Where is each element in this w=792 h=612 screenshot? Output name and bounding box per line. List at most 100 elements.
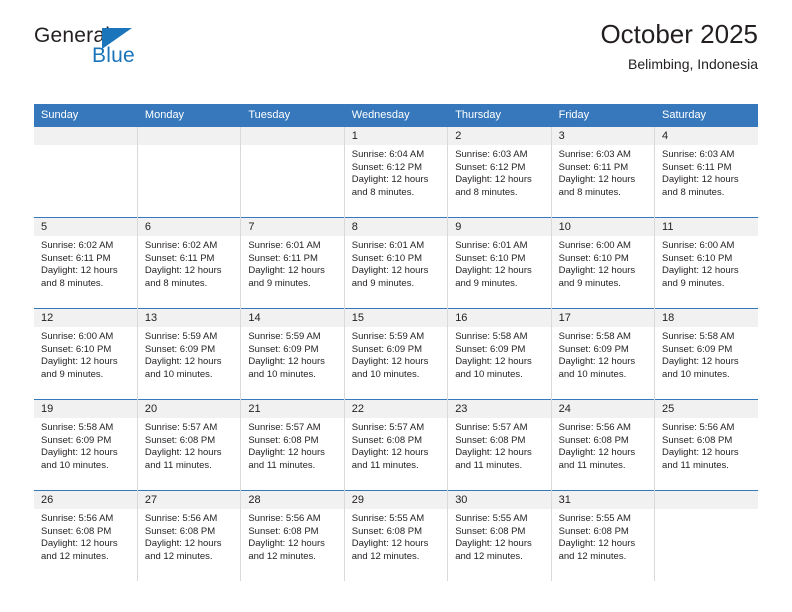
calendar-cell-inner: 16 Sunrise: 5:58 AM Sunset: 6:09 PM Dayligh… xyxy=(448,309,551,399)
calendar-day-cell: 31 Sunrise: 5:55 AM Sunset: 6:08 PM Dayligh… xyxy=(551,490,656,581)
month-calendar-grid: Sunday Monday Tuesday Wednesday Thursday… xyxy=(34,104,758,581)
daylight-text-line1: Daylight: 12 hours xyxy=(558,174,636,186)
title-block: October 2025 Belimbing, Indonesia xyxy=(600,18,758,74)
daylight-text-line1: Daylight: 12 hours xyxy=(144,538,222,550)
sunrise-text: Sunrise: 6:03 AM xyxy=(662,149,735,160)
day-detail: Sunrise: 6:03 AM Sunset: 6:12 PM Daylight:… xyxy=(448,145,550,199)
day-number: 14 xyxy=(241,309,344,327)
calendar-cell-inner xyxy=(34,127,137,217)
calendar-cell-inner: 14 Sunrise: 5:59 AM Sunset: 6:09 PM Dayligh… xyxy=(241,309,344,399)
sunrise-text: Sunrise: 5:57 AM xyxy=(351,422,425,433)
day-detail: Sunrise: 5:56 AM Sunset: 6:08 PM Daylight:… xyxy=(241,509,343,563)
daylight-text-line2: and 8 minutes. xyxy=(41,277,104,289)
day-detail: Sunrise: 5:55 AM Sunset: 6:08 PM Daylight:… xyxy=(448,509,550,563)
sunrise-text: Sunrise: 5:56 AM xyxy=(662,422,735,433)
weekday-header-saturday: Saturday xyxy=(654,104,758,127)
daylight-text-line1: Daylight: 12 hours xyxy=(144,265,222,277)
sunset-text: Sunset: 6:08 PM xyxy=(351,434,422,446)
day-number: 11 xyxy=(655,218,758,236)
sunset-text: Sunset: 6:09 PM xyxy=(455,343,526,355)
sunset-text: Sunset: 6:08 PM xyxy=(558,434,629,446)
day-detail: Sunrise: 5:57 AM Sunset: 6:08 PM Daylight:… xyxy=(448,418,550,472)
sunset-text: Sunset: 6:11 PM xyxy=(144,252,215,264)
daylight-text-line1: Daylight: 12 hours xyxy=(144,447,222,459)
sunrise-text: Sunrise: 5:55 AM xyxy=(351,513,425,524)
calendar-day-cell: 18 Sunrise: 5:58 AM Sunset: 6:09 PM Dayligh… xyxy=(654,308,758,400)
calendar-cell-inner: 12 Sunrise: 6:00 AM Sunset: 6:10 PM Dayligh… xyxy=(34,309,137,399)
sunset-text: Sunset: 6:10 PM xyxy=(662,252,733,264)
day-detail: Sunrise: 5:55 AM Sunset: 6:08 PM Daylight:… xyxy=(345,509,447,563)
calendar-week-row: 19 Sunrise: 5:58 AM Sunset: 6:09 PM Dayligh… xyxy=(34,399,758,491)
sunrise-text: Sunrise: 6:00 AM xyxy=(662,240,735,251)
sunset-text: Sunset: 6:08 PM xyxy=(248,434,319,446)
day-number: 8 xyxy=(344,218,448,236)
day-number: 16 xyxy=(448,309,551,327)
day-detail: Sunrise: 6:00 AM Sunset: 6:10 PM Daylight:… xyxy=(34,327,137,381)
calendar-cell-inner: 6 Sunrise: 6:02 AM Sunset: 6:11 PM Daylight… xyxy=(137,218,241,308)
sunrise-text: Sunrise: 5:56 AM xyxy=(41,513,114,524)
daylight-text-line2: and 10 minutes. xyxy=(662,368,730,380)
day-detail: Sunrise: 6:01 AM Sunset: 6:10 PM Daylight:… xyxy=(448,236,550,290)
daylight-text-line2: and 9 minutes. xyxy=(351,277,415,289)
day-detail: Sunrise: 6:02 AM Sunset: 6:11 PM Daylight:… xyxy=(34,236,137,290)
sunrise-text: Sunrise: 5:56 AM xyxy=(144,513,218,524)
sunrise-text: Sunrise: 5:55 AM xyxy=(455,513,528,524)
day-detail: Sunrise: 6:01 AM Sunset: 6:11 PM Daylight:… xyxy=(241,236,343,290)
calendar-day-cell: 5 Sunrise: 6:02 AM Sunset: 6:11 PM Daylight… xyxy=(34,217,138,309)
calendar-cell-inner xyxy=(655,491,758,581)
sunrise-text: Sunrise: 5:57 AM xyxy=(248,422,321,433)
calendar-cell-inner: 15 Sunrise: 5:59 AM Sunset: 6:09 PM Dayligh… xyxy=(344,309,448,399)
daylight-text-line2: and 10 minutes. xyxy=(144,368,213,380)
calendar-day-cell: 26 Sunrise: 5:56 AM Sunset: 6:08 PM Dayligh… xyxy=(34,490,138,581)
day-number: 2 xyxy=(448,127,551,145)
day-detail: Sunrise: 5:59 AM Sunset: 6:09 PM Daylight:… xyxy=(241,327,343,381)
logo-text-blue: Blue xyxy=(92,44,135,67)
calendar-day-cell: 13 Sunrise: 5:59 AM Sunset: 6:09 PM Dayligh… xyxy=(137,308,242,400)
day-number: 13 xyxy=(137,309,241,327)
day-number: 18 xyxy=(655,309,758,327)
daylight-text-line1: Daylight: 12 hours xyxy=(558,265,636,277)
weekday-header-tuesday: Tuesday xyxy=(240,104,345,127)
weekday-header-wednesday: Wednesday xyxy=(344,104,449,127)
sunrise-text: Sunrise: 5:56 AM xyxy=(248,513,321,524)
calendar-cell-inner: 27 Sunrise: 5:56 AM Sunset: 6:08 PM Dayligh… xyxy=(137,491,241,581)
page-header: General Blue October 2025 Belimbing, Ind… xyxy=(34,0,758,72)
calendar-page: General Blue October 2025 Belimbing, Ind… xyxy=(0,0,792,612)
general-blue-logo[interactable]: General Blue xyxy=(34,24,234,74)
calendar-week-row: 5 Sunrise: 6:02 AM Sunset: 6:11 PM Daylight… xyxy=(34,217,758,309)
sunset-text: Sunset: 6:12 PM xyxy=(455,161,526,173)
daylight-text-line2: and 12 minutes. xyxy=(455,550,523,562)
page-subtitle-location: Belimbing, Indonesia xyxy=(628,56,758,72)
day-detail: Sunrise: 6:01 AM Sunset: 6:10 PM Daylight:… xyxy=(345,236,447,290)
calendar-day-cell: 10 Sunrise: 6:00 AM Sunset: 6:10 PM Dayligh… xyxy=(551,217,656,309)
sunrise-text: Sunrise: 6:03 AM xyxy=(558,149,631,160)
daylight-text-line1: Daylight: 12 hours xyxy=(662,174,739,186)
sunrise-text: Sunrise: 5:59 AM xyxy=(144,331,218,342)
calendar-cell-inner: 11 Sunrise: 6:00 AM Sunset: 6:10 PM Dayligh… xyxy=(655,218,758,308)
daylight-text-line2: and 10 minutes. xyxy=(351,368,420,380)
day-detail: Sunrise: 5:58 AM Sunset: 6:09 PM Daylight:… xyxy=(448,327,550,381)
daylight-text-line2: and 12 minutes. xyxy=(144,550,213,562)
sunset-text: Sunset: 6:08 PM xyxy=(455,434,526,446)
day-number-band xyxy=(241,127,344,145)
sunset-text: Sunset: 6:09 PM xyxy=(558,343,629,355)
daylight-text-line1: Daylight: 12 hours xyxy=(248,538,325,550)
calendar-cell-inner xyxy=(137,127,241,217)
calendar-cell-inner: 22 Sunrise: 5:57 AM Sunset: 6:08 PM Dayligh… xyxy=(344,400,448,490)
sunset-text: Sunset: 6:10 PM xyxy=(351,252,422,264)
calendar-cell-inner: 26 Sunrise: 5:56 AM Sunset: 6:08 PM Dayligh… xyxy=(34,491,137,581)
daylight-text-line2: and 11 minutes. xyxy=(351,459,419,471)
calendar-cell-inner xyxy=(241,127,344,217)
day-number: 1 xyxy=(344,127,448,145)
day-detail: Sunrise: 5:56 AM Sunset: 6:08 PM Daylight:… xyxy=(655,418,758,472)
sunset-text: Sunset: 6:08 PM xyxy=(144,525,216,537)
sunrise-text: Sunrise: 6:03 AM xyxy=(455,149,528,160)
daylight-text-line2: and 10 minutes. xyxy=(455,368,523,380)
daylight-text-line1: Daylight: 12 hours xyxy=(41,538,118,550)
day-number: 28 xyxy=(241,491,344,509)
sunset-text: Sunset: 6:08 PM xyxy=(41,525,112,537)
calendar-day-cell: 27 Sunrise: 5:56 AM Sunset: 6:08 PM Dayligh… xyxy=(137,490,242,581)
calendar-cell-inner: 1 Sunrise: 6:04 AM Sunset: 6:12 PM Daylight… xyxy=(344,127,448,217)
day-number: 10 xyxy=(551,218,655,236)
sunset-text: Sunset: 6:11 PM xyxy=(558,161,629,173)
